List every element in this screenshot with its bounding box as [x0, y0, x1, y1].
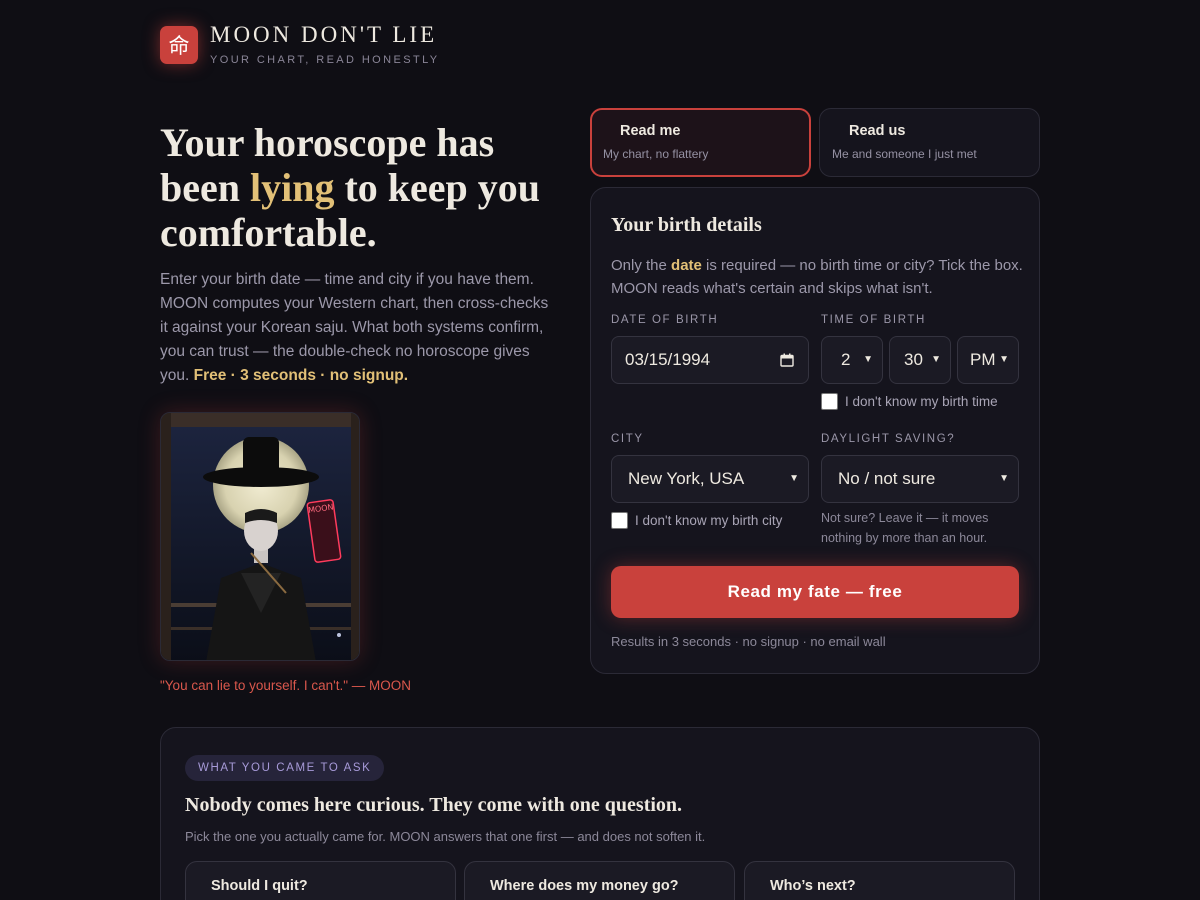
- time-of-birth-label: TIME OF BIRTH: [821, 314, 926, 326]
- chevron-down-icon: ▼: [999, 354, 1009, 365]
- read-my-fate-button[interactable]: Read my fate — free: [611, 566, 1019, 618]
- question-section-subtitle: Pick the one you actually came for. MOON…: [185, 829, 706, 844]
- minute-value: 30: [904, 350, 923, 369]
- question-section-title: Nobody comes here curious. They come wit…: [185, 794, 683, 816]
- city-value: New York, USA: [628, 469, 745, 488]
- tab-read-us-title: Read us: [849, 123, 906, 139]
- daylight-saving-note: Not sure? Leave it — it moves nothing by…: [821, 511, 989, 545]
- chevron-down-icon: ▼: [789, 473, 799, 484]
- question-card-quit[interactable]: Should I quit?: [185, 861, 456, 900]
- tab-read-me[interactable]: Read me My chart, no flattery: [590, 108, 811, 177]
- brand-text: MOON DON'T LIE YOUR CHART, READ HONESTLY: [210, 22, 440, 66]
- section-pill: WHAT YOU CAME TO ASK: [185, 755, 385, 781]
- hero-title: Your horoscope has been lying to keep yo…: [160, 120, 560, 255]
- form-intro-highlight: date: [671, 257, 702, 274]
- ampm-value: PM: [970, 350, 996, 369]
- brand-name: MOON DON'T LIE: [210, 22, 438, 47]
- date-of-birth-field[interactable]: 03/15/1994: [611, 336, 809, 384]
- chevron-down-icon: ▼: [931, 354, 941, 365]
- hero-title-highlight: lying: [250, 165, 335, 210]
- hour-select[interactable]: 2 ▼: [821, 336, 883, 384]
- hour-value: 2: [841, 350, 851, 369]
- form-title: Your birth details: [611, 214, 762, 236]
- chevron-down-icon: ▼: [999, 473, 1009, 484]
- moon-portrait-illustration: MOON: [161, 413, 359, 660]
- brand[interactable]: 命 MOON DON'T LIE YOUR CHART, READ HONEST…: [160, 22, 440, 66]
- moon-portrait: MOON: [160, 412, 360, 661]
- city-label: CITY: [611, 433, 644, 445]
- chevron-down-icon: ▼: [863, 354, 873, 365]
- daylight-saving-value: No / not sure: [838, 469, 936, 488]
- question-card-next[interactable]: Who’s next?: [744, 861, 1015, 900]
- unknown-city-checkbox[interactable]: [611, 512, 628, 529]
- form-intro: Only the date is required — no birth tim…: [611, 254, 1023, 300]
- moon-quote: "You can lie to yourself. I can't." — MO…: [160, 678, 412, 693]
- brand-logo: 命: [160, 26, 198, 64]
- hero-body-highlight: Free · 3 seconds · no signup.: [193, 367, 409, 384]
- calendar-icon[interactable]: [780, 353, 794, 367]
- tab-read-me-title: Read me: [620, 123, 681, 139]
- city-select[interactable]: New York, USA ▼: [611, 455, 809, 503]
- question-card-label: Where does my money go?: [490, 878, 679, 894]
- tab-read-us[interactable]: Read us Me and someone I just met: [819, 108, 1040, 177]
- question-card-label: Who’s next?: [770, 878, 856, 894]
- hero-body: Enter your birth date — time and city if…: [160, 268, 560, 388]
- question-section: WHAT YOU CAME TO ASK Nobody comes here c…: [160, 727, 1040, 900]
- unknown-city-label[interactable]: I don't know my birth city: [635, 513, 782, 528]
- tab-read-me-subtitle: My chart, no flattery: [603, 147, 709, 161]
- daylight-saving-select[interactable]: No / not sure ▼: [821, 455, 1019, 503]
- form-intro-start: Only the: [611, 257, 672, 274]
- date-of-birth-label: DATE OF BIRTH: [611, 314, 719, 326]
- ampm-select[interactable]: PM ▼: [957, 336, 1019, 384]
- unknown-time-label[interactable]: I don't know my birth time: [845, 394, 998, 409]
- date-of-birth-value: 03/15/1994: [625, 350, 711, 369]
- birth-details-form: Your birth details Only the date is requ…: [590, 187, 1040, 674]
- unknown-time-checkbox[interactable]: [821, 393, 838, 410]
- tab-read-us-subtitle: Me and someone I just met: [832, 147, 977, 161]
- minute-select[interactable]: 30 ▼: [889, 336, 951, 384]
- question-card-label: Should I quit?: [211, 878, 308, 894]
- brand-tagline: YOUR CHART, READ HONESTLY: [210, 54, 440, 66]
- form-footer-note: Results in 3 seconds · no signup · no em…: [611, 634, 886, 649]
- question-card-money[interactable]: Where does my money go?: [464, 861, 735, 900]
- daylight-saving-label: DAYLIGHT SAVING?: [821, 433, 956, 445]
